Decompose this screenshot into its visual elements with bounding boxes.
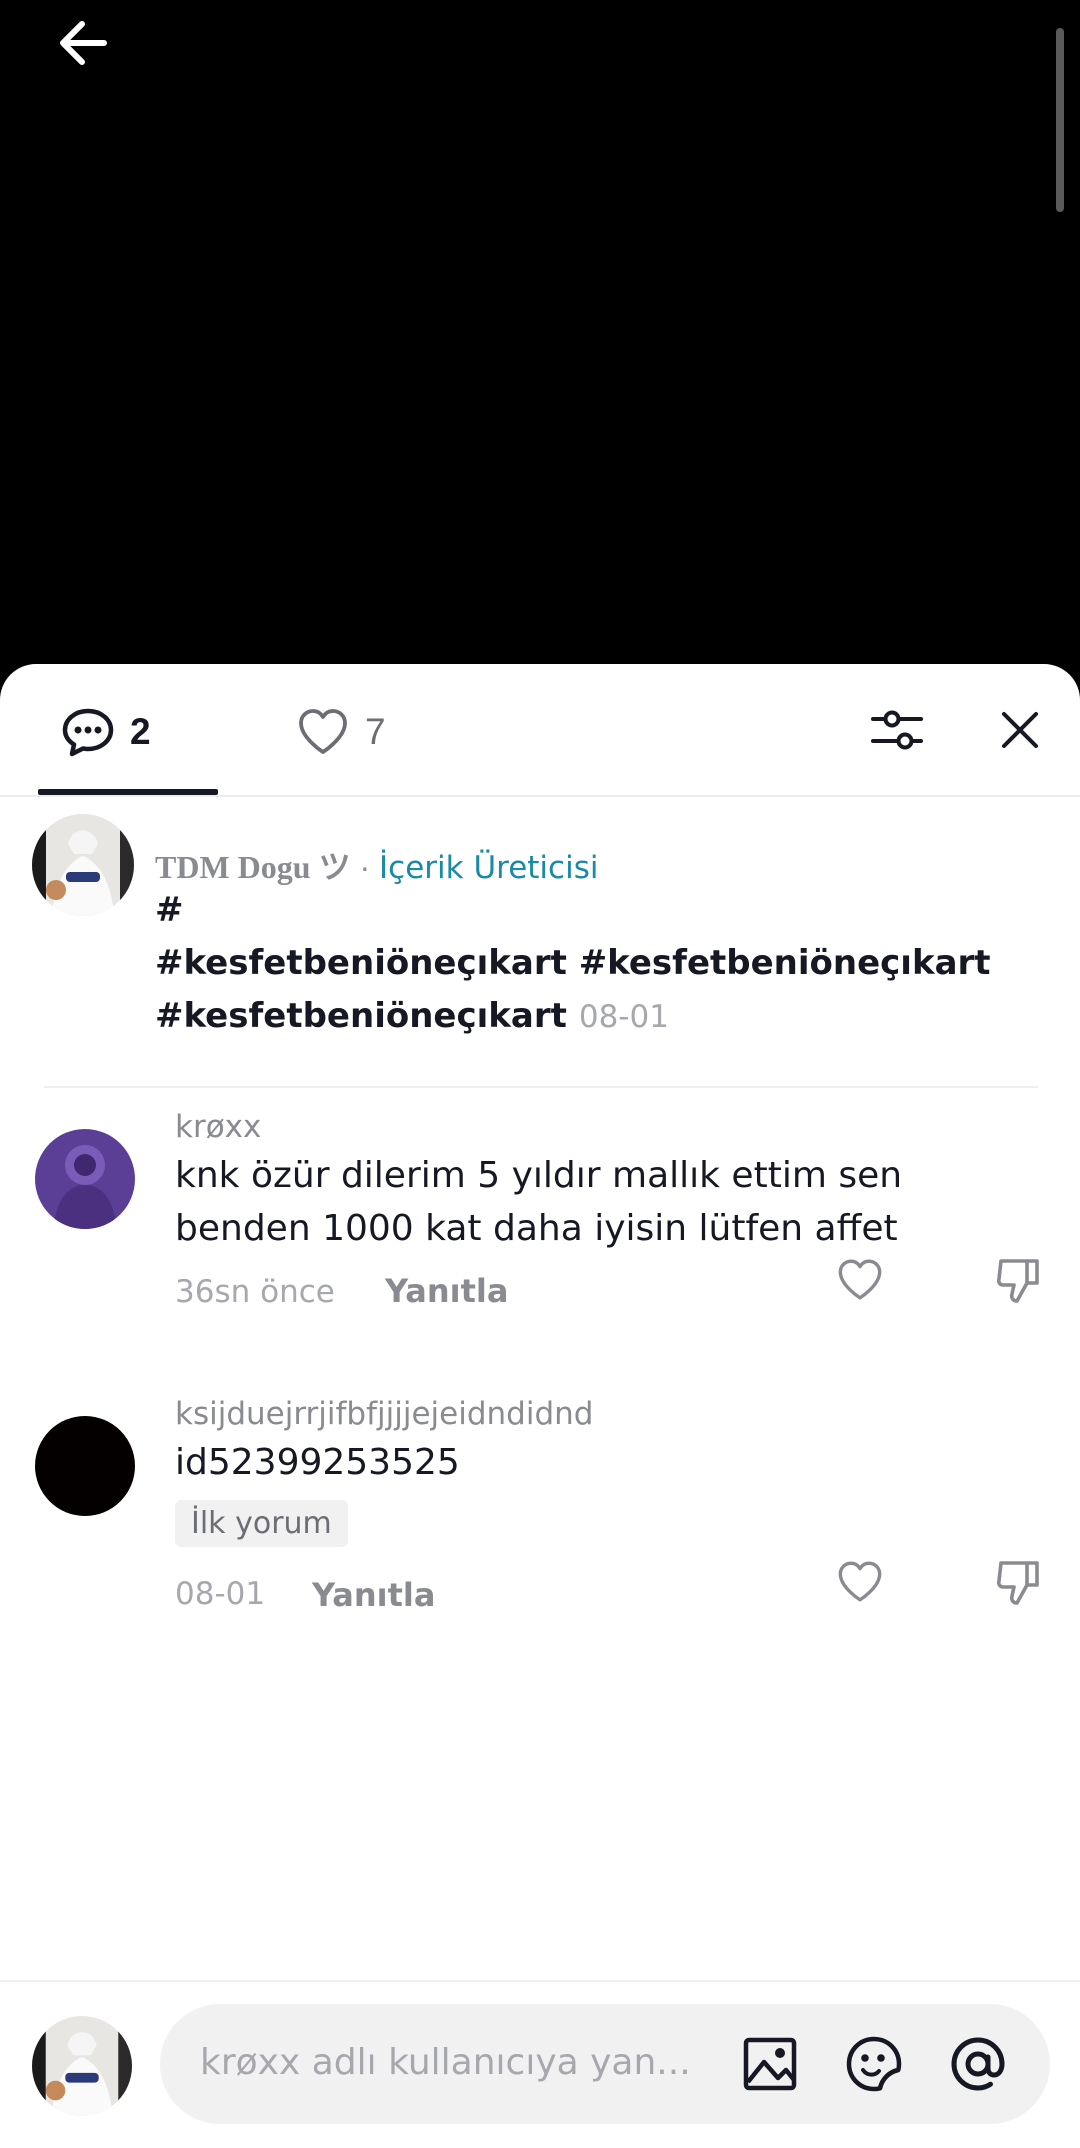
close-button[interactable] (990, 700, 1050, 760)
arrow-left-icon (60, 21, 107, 65)
reply-button[interactable]: Yanıtla (312, 1576, 435, 1614)
dislike-button[interactable] (990, 1252, 1046, 1308)
comments-sheet: 2 7 TDM Dogu ツ · İçerik Üreticisi # #kes… (0, 664, 1080, 2148)
likes-count: 7 (365, 711, 386, 752)
creator-avatar[interactable] (32, 814, 134, 916)
comment-time: 08-01 (175, 1576, 266, 1612)
thumbs-down-icon (996, 1561, 1039, 1605)
like-button[interactable] (832, 1554, 888, 1610)
comment-input-placeholder: krøxx adlı kullanıcıya yan... (200, 2042, 691, 2083)
caption-line[interactable]: #kesfetbeniöneçıkart #kesfetbeniöneçıkar… (155, 937, 1055, 990)
post-caption: # #kesfetbeniöneçıkart #kesfetbeniöneçık… (155, 884, 1055, 1044)
tab-likes[interactable]: 7 (295, 702, 386, 762)
close-icon (1002, 712, 1038, 748)
divider (44, 1086, 1038, 1088)
comment-text-line: knk özür dilerim 5 yıldır mallık ettim s… (175, 1155, 903, 1196)
heart-outline-icon (838, 1561, 882, 1602)
post-timestamp: 08-01 (578, 999, 669, 1035)
commenter-avatar[interactable] (35, 1129, 135, 1229)
creator-name-line: TDM Dogu ツ · İçerik Üreticisi (155, 842, 598, 888)
sticker-button[interactable] (844, 2034, 904, 2094)
back-button[interactable] (50, 6, 120, 76)
sliders-icon (871, 710, 923, 750)
comment-bubble-icon (62, 708, 114, 757)
first-comment-badge: İlk yorum (175, 1500, 348, 1547)
commenter-avatar[interactable] (35, 1416, 135, 1516)
like-button[interactable] (832, 1252, 888, 1308)
caption-line: #kesfetbeniöneçıkart 08-01 (155, 990, 1055, 1044)
name-separator: · (350, 849, 380, 885)
thumbs-down-icon (996, 1259, 1039, 1303)
my-avatar (32, 2016, 132, 2116)
active-tab-indicator (38, 789, 218, 795)
creator-role: İçerik Üreticisi (379, 850, 599, 886)
comment-text: knk özür dilerim 5 yıldır mallık ettim s… (175, 1149, 1035, 1255)
comments-tabbar: 2 7 (0, 664, 1080, 797)
image-button[interactable] (740, 2034, 800, 2094)
filter-button[interactable] (866, 700, 928, 760)
heart-outline-icon (299, 709, 347, 754)
image-icon (743, 2037, 797, 2091)
caption-line: # (155, 890, 184, 930)
creator-name[interactable]: TDM Dogu ツ (155, 849, 351, 885)
heart-outline-icon (838, 1259, 882, 1300)
comment-username[interactable]: krøxx (175, 1109, 261, 1145)
dislike-button[interactable] (990, 1554, 1046, 1610)
comment-time: 36sn önce (175, 1274, 335, 1310)
comment-text-line: benden 1000 kat daha iyisin lütfen affet (175, 1208, 898, 1249)
video-area (0, 0, 1080, 664)
comments-count: 2 (130, 711, 151, 752)
reply-button[interactable]: Yanıtla (385, 1272, 508, 1310)
scrollbar[interactable] (1056, 28, 1064, 212)
hashtag[interactable]: #kesfetbeniöneçıkart (155, 996, 567, 1036)
sticker-icon (846, 2036, 902, 2092)
comment-username[interactable]: ksijduejrrjifbfjjjjejeidndidnd (175, 1396, 593, 1432)
mention-button[interactable] (948, 2034, 1008, 2094)
comment-composer: krøxx adlı kullanıcıya yan... (0, 1980, 1080, 2148)
mention-icon (951, 2037, 1005, 2091)
tab-comments[interactable]: 2 (60, 702, 151, 762)
comment-input[interactable]: krøxx adlı kullanıcıya yan... (160, 2004, 1050, 2124)
comment-text: id52399253525 (175, 1442, 460, 1483)
